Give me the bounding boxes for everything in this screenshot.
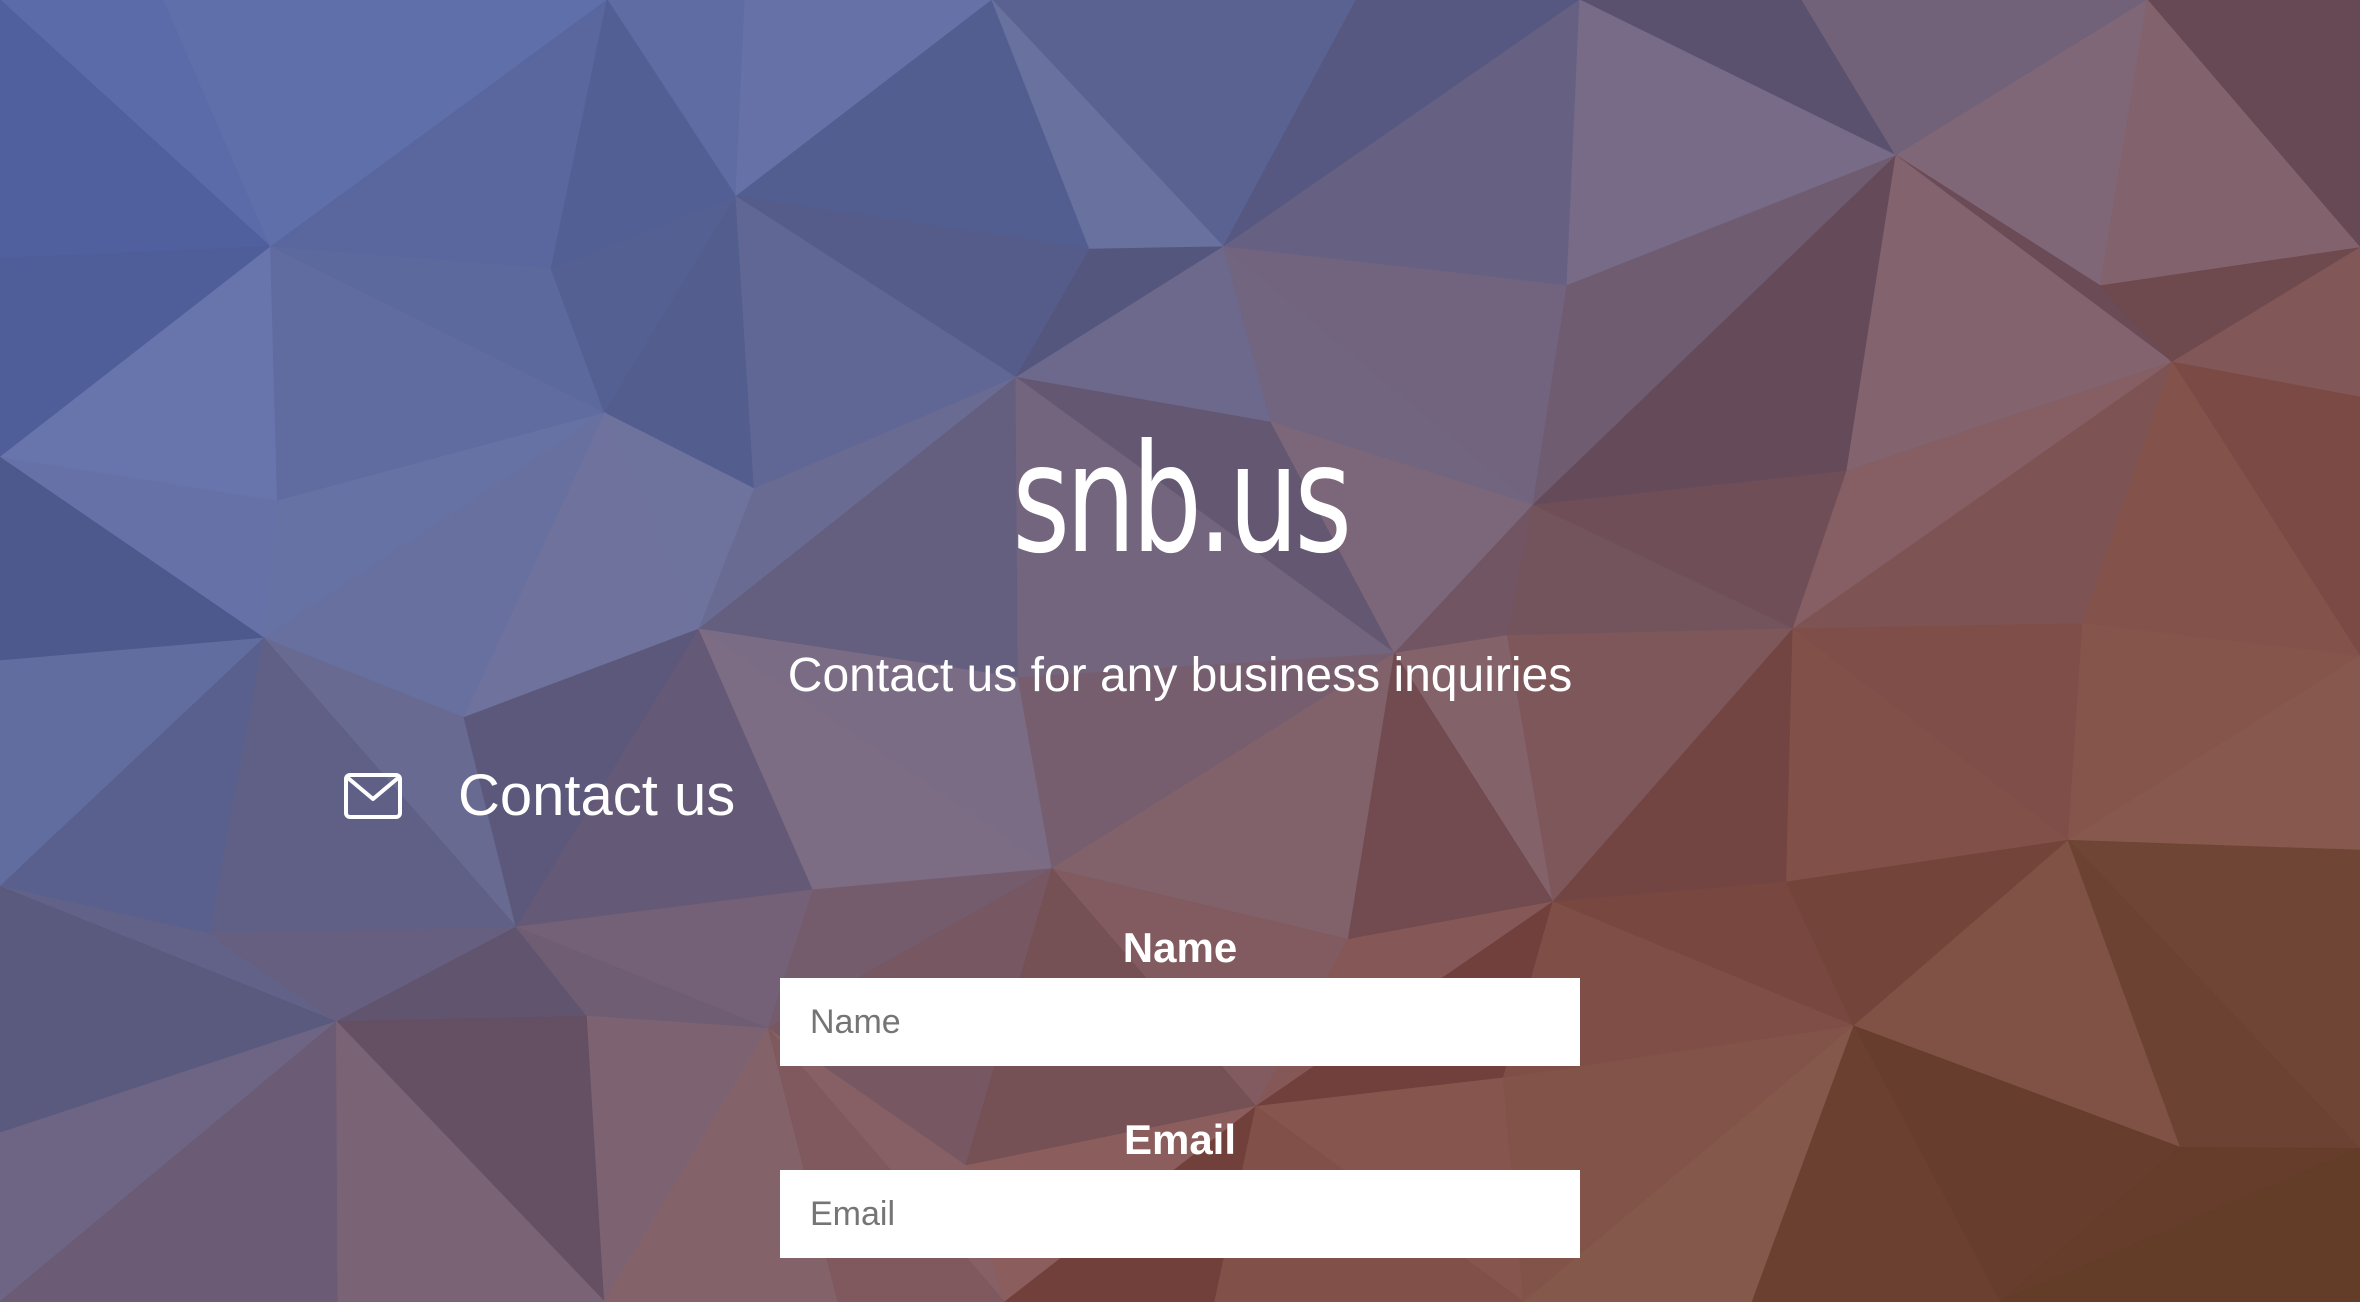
name-field[interactable]	[780, 978, 1580, 1066]
contact-heading-label: Contact us	[458, 763, 736, 828]
email-label: Email	[1123, 1116, 1237, 1163]
site-title: snb.us	[1012, 413, 1352, 587]
page-content: snb.us Contact us for any business inqui…	[0, 0, 2360, 1302]
contact-heading: Contact us	[344, 756, 735, 836]
email-field[interactable]	[780, 1170, 1580, 1258]
envelope-icon	[344, 773, 402, 819]
tagline: Contact us for any business inquiries	[787, 649, 1573, 702]
name-label: Name	[1122, 924, 1238, 971]
